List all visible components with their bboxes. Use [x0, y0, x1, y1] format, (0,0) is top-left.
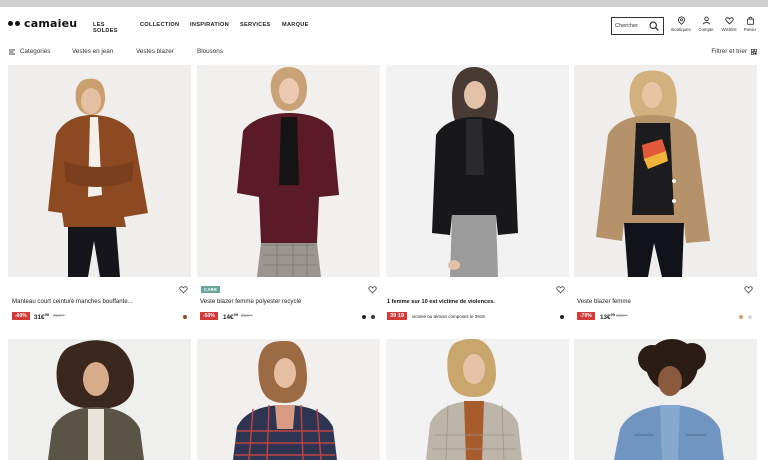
- product-price: 14€99: [223, 312, 238, 322]
- brand-logo[interactable]: camaieu: [8, 17, 77, 30]
- care-tag: CARE: [201, 286, 221, 293]
- wishlist-heart-icon[interactable]: [368, 285, 377, 294]
- awareness-message: 1 femme sur 10 est victime de violences.: [387, 299, 495, 305]
- wishlist-heart-icon[interactable]: [556, 285, 565, 294]
- product-card[interactable]: Manteau court ceinturé manches bouffante…: [8, 65, 191, 330]
- filter-sort-label: Filtrer et trier: [711, 48, 747, 55]
- subnav-link-vestes-jean[interactable]: Vestes en jean: [72, 48, 113, 55]
- cart-button[interactable]: Panier: [737, 16, 763, 32]
- browser-top-strip: [0, 0, 768, 7]
- helpline-number[interactable]: 39 19: [387, 312, 407, 320]
- nav-item-marque[interactable]: MARQUE: [282, 22, 309, 28]
- product-title[interactable]: Manteau court ceinturé manches bouffante…: [12, 298, 133, 305]
- product-price: 31€99: [34, 312, 49, 322]
- product-title[interactable]: Veste blazer femme: [577, 298, 631, 305]
- bag-icon: [746, 16, 754, 25]
- product-photo-model-burgundy-blazer: [197, 65, 380, 277]
- product-image[interactable]: [197, 339, 380, 460]
- color-swatch[interactable]: [362, 315, 366, 319]
- user-icon: [702, 16, 710, 25]
- old-price: 45€⁹⁹: [616, 313, 628, 318]
- discount-badge: -60%: [12, 312, 30, 320]
- discount-badge: -50%: [200, 312, 218, 320]
- product-photo-model-plaid-overshirt: [197, 339, 380, 460]
- heart-icon: [724, 17, 734, 25]
- color-swatch[interactable]: [371, 315, 375, 319]
- filter-sort-button[interactable]: Filtrer et trier: [711, 48, 757, 55]
- product-card[interactable]: [574, 339, 757, 460]
- menu-icon: [9, 49, 15, 54]
- color-swatch[interactable]: [183, 315, 187, 319]
- product-image[interactable]: [386, 339, 569, 460]
- product-photo-model-check-blazer: [386, 339, 569, 460]
- nav-item-inspiration[interactable]: INSPIRATION: [190, 22, 229, 28]
- product-photo-model-camel-blazer: [574, 65, 757, 277]
- product-photo-model-brown-coat: [8, 65, 191, 277]
- site-header: camaieu LES SOLDES COLLECTION INSPIRATIO…: [0, 7, 768, 45]
- product-image[interactable]: [8, 339, 191, 460]
- category-bar: Categories Vestes en jean Vestes blazer …: [0, 45, 768, 61]
- product-card[interactable]: [386, 339, 569, 460]
- account-label: Compte: [698, 27, 714, 32]
- logo-dot: [15, 21, 20, 26]
- search-icon[interactable]: [649, 21, 659, 31]
- search-box[interactable]: [611, 17, 664, 35]
- color-swatch[interactable]: [560, 315, 564, 319]
- nav-item-services[interactable]: SERVICES: [240, 22, 271, 28]
- product-card[interactable]: Veste blazer femme -70% 13€99 45€⁹⁹: [574, 65, 757, 330]
- product-card[interactable]: [197, 339, 380, 460]
- nav-item-collection[interactable]: COLLECTION: [140, 22, 179, 28]
- product-photo-model-black-blazer: [386, 65, 569, 277]
- nav-item-soldes[interactable]: LES SOLDES: [93, 22, 118, 34]
- logo-dot: [8, 21, 13, 26]
- cart-label: Panier: [743, 27, 757, 32]
- product-photo-model-curly-hair-grey-jacket: [8, 339, 191, 460]
- stores-label: Boutiques: [671, 27, 691, 32]
- product-photo-model-denim-jacket: [574, 339, 757, 460]
- categories-label: Categories: [20, 48, 51, 55]
- product-image[interactable]: [197, 65, 380, 277]
- subnav-link-vestes-blazer[interactable]: Vestes blazer: [136, 48, 174, 55]
- product-image[interactable]: [574, 339, 757, 460]
- old-price: 29€⁹⁹: [241, 313, 253, 318]
- product-title[interactable]: Veste blazer femme polyester recyclé: [200, 298, 301, 305]
- wishlist-label: Wishlist: [721, 27, 737, 32]
- product-card[interactable]: 1 femme sur 10 est victime de violences.…: [386, 65, 569, 330]
- store-pin-icon: [677, 16, 685, 25]
- product-image[interactable]: [386, 65, 569, 277]
- product-price: 13€99: [600, 312, 615, 322]
- stores-button[interactable]: Boutiques: [668, 16, 694, 32]
- helpline-instructions: victime ou témoin composez le 3919.: [412, 314, 487, 319]
- product-image[interactable]: [574, 65, 757, 277]
- categories-button[interactable]: Categories: [9, 48, 50, 55]
- product-image[interactable]: [8, 65, 191, 277]
- color-swatch[interactable]: [748, 315, 752, 319]
- subnav-link-blousons[interactable]: Blousons: [197, 48, 223, 55]
- wishlist-heart-icon[interactable]: [744, 285, 753, 294]
- product-card[interactable]: [8, 339, 191, 460]
- filter-icon: [751, 48, 757, 55]
- color-swatch[interactable]: [739, 315, 743, 319]
- search-input[interactable]: [615, 21, 651, 31]
- discount-badge: -70%: [577, 312, 595, 320]
- wishlist-heart-icon[interactable]: [179, 285, 188, 294]
- brand-name: camaieu: [24, 17, 78, 30]
- product-card[interactable]: CARE Veste blazer femme polyester recycl…: [197, 65, 380, 330]
- old-price: 79€⁹⁹: [53, 313, 65, 318]
